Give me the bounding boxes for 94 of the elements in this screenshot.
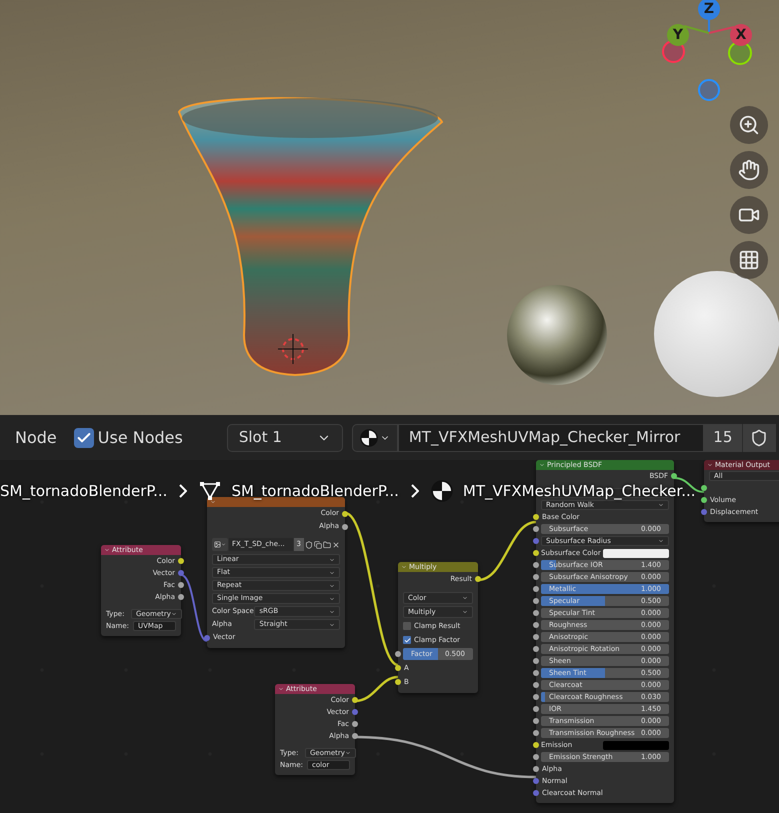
socket-icon[interactable]: [533, 694, 539, 700]
material-sphere-icon: [360, 428, 378, 446]
chevron-icon: [658, 538, 664, 544]
chevron-icon: [329, 596, 335, 602]
socket-icon[interactable]: [533, 610, 539, 616]
origin-cursor-icon: [278, 334, 308, 364]
checkbox[interactable]: [403, 636, 411, 644]
material-sphere-icon: [430, 480, 453, 502]
chevron-icon: [329, 582, 335, 588]
socket-icon[interactable]: [671, 473, 677, 479]
socket-icon[interactable]: [533, 586, 539, 592]
close-icon[interactable]: [332, 540, 340, 548]
socket-icon[interactable]: [533, 754, 539, 760]
socket-icon[interactable]: [533, 550, 539, 556]
color-swatch[interactable]: [602, 740, 669, 750]
node-link: [180, 574, 208, 642]
folder-icon[interactable]: [323, 540, 331, 548]
socket-icon[interactable]: [533, 742, 539, 748]
node-link: [354, 676, 398, 702]
axis-handle[interactable]: Y: [667, 24, 689, 46]
collapse-icon[interactable]: [278, 686, 284, 692]
grid-icon[interactable]: [730, 241, 768, 279]
chevron-icon: [462, 609, 468, 615]
socket-icon[interactable]: [533, 598, 539, 604]
chevron-icon: [329, 570, 335, 576]
socket-icon[interactable]: [533, 634, 539, 640]
socket-icon[interactable]: [533, 622, 539, 628]
socket-icon[interactable]: [342, 510, 348, 516]
socket-icon[interactable]: [395, 651, 401, 657]
breadcrumb[interactable]: MT_VFXMeshUVMap_Checker...: [462, 484, 696, 498]
slot-dropdown[interactable]: Slot 1: [226, 424, 343, 452]
socket-icon[interactable]: [533, 574, 539, 580]
fake-user-button[interactable]: [742, 424, 776, 452]
breadcrumb[interactable]: SM_tornadoBlenderP...: [231, 484, 399, 498]
checkmark-icon: [404, 636, 410, 644]
socket-icon[interactable]: [475, 576, 481, 582]
copy-icon[interactable]: [314, 540, 322, 548]
socket-icon[interactable]: [395, 679, 401, 685]
chevron-icon: [179, 484, 188, 498]
color-swatch[interactable]: [602, 548, 669, 558]
breadcrumb[interactable]: SM_tornadoBlenderP...: [0, 484, 168, 498]
chevron-icon: [221, 542, 226, 547]
socket-icon[interactable]: [352, 697, 358, 703]
collapse-icon[interactable]: [707, 462, 713, 468]
user-count[interactable]: 15: [704, 424, 742, 452]
socket-icon[interactable]: [395, 665, 401, 671]
chevron-icon: [170, 611, 177, 617]
shield-icon: [750, 428, 768, 446]
vase-drawing[interactable]: [178, 97, 443, 376]
socket-icon[interactable]: [533, 562, 539, 568]
image-icon: [214, 541, 221, 548]
socket-icon[interactable]: [701, 485, 707, 491]
hand-icon[interactable]: [730, 151, 768, 189]
mesh-icon: [199, 481, 222, 501]
socket-icon[interactable]: [533, 514, 539, 520]
collapse-icon[interactable]: [104, 547, 110, 553]
socket-icon[interactable]: [352, 721, 358, 727]
reflective-sphere[interactable]: [507, 285, 607, 385]
socket-icon[interactable]: [533, 526, 539, 532]
socket-icon[interactable]: [533, 658, 539, 664]
chevron-icon: [329, 556, 335, 562]
socket-icon[interactable]: [352, 733, 358, 739]
socket-icon[interactable]: [533, 766, 539, 772]
editor-menu[interactable]: Node: [15, 426, 57, 450]
zoom-icon[interactable]: [730, 106, 768, 144]
axis-handle[interactable]: Z: [698, 0, 720, 20]
socket-icon[interactable]: [701, 497, 707, 503]
material-browse-button[interactable]: [352, 424, 398, 452]
socket-icon[interactable]: [178, 582, 184, 588]
chevron-icon: [329, 622, 335, 628]
material-name-field[interactable]: MT_VFXMeshUVMap_Checker_Mirror: [398, 424, 704, 452]
chevron-icon: [344, 750, 351, 756]
node-link: [478, 520, 536, 582]
chevron-icon: [462, 595, 468, 601]
checkbox[interactable]: [403, 622, 411, 630]
camera-icon[interactable]: [730, 196, 768, 234]
axis-handle[interactable]: X: [730, 24, 752, 46]
socket-icon[interactable]: [533, 706, 539, 712]
socket-icon[interactable]: [178, 594, 184, 600]
socket-icon[interactable]: [533, 682, 539, 688]
use-nodes-checkbox[interactable]: [74, 428, 94, 448]
chevron-icon: [410, 484, 419, 498]
socket-icon[interactable]: [178, 558, 184, 564]
chevron-icon: [329, 608, 335, 614]
image-browse-button[interactable]: [212, 538, 228, 551]
socket-icon[interactable]: [533, 730, 539, 736]
socket-icon[interactable]: [533, 646, 539, 652]
socket-icon[interactable]: [342, 524, 348, 530]
socket-icon[interactable]: [533, 670, 539, 676]
socket-icon[interactable]: [533, 718, 539, 724]
viewport[interactable]: Z Y X: [0, 0, 779, 415]
checkbox-label: Use Nodes: [98, 426, 183, 448]
shield-icon[interactable]: [305, 540, 313, 548]
collapse-icon[interactable]: [210, 499, 216, 505]
